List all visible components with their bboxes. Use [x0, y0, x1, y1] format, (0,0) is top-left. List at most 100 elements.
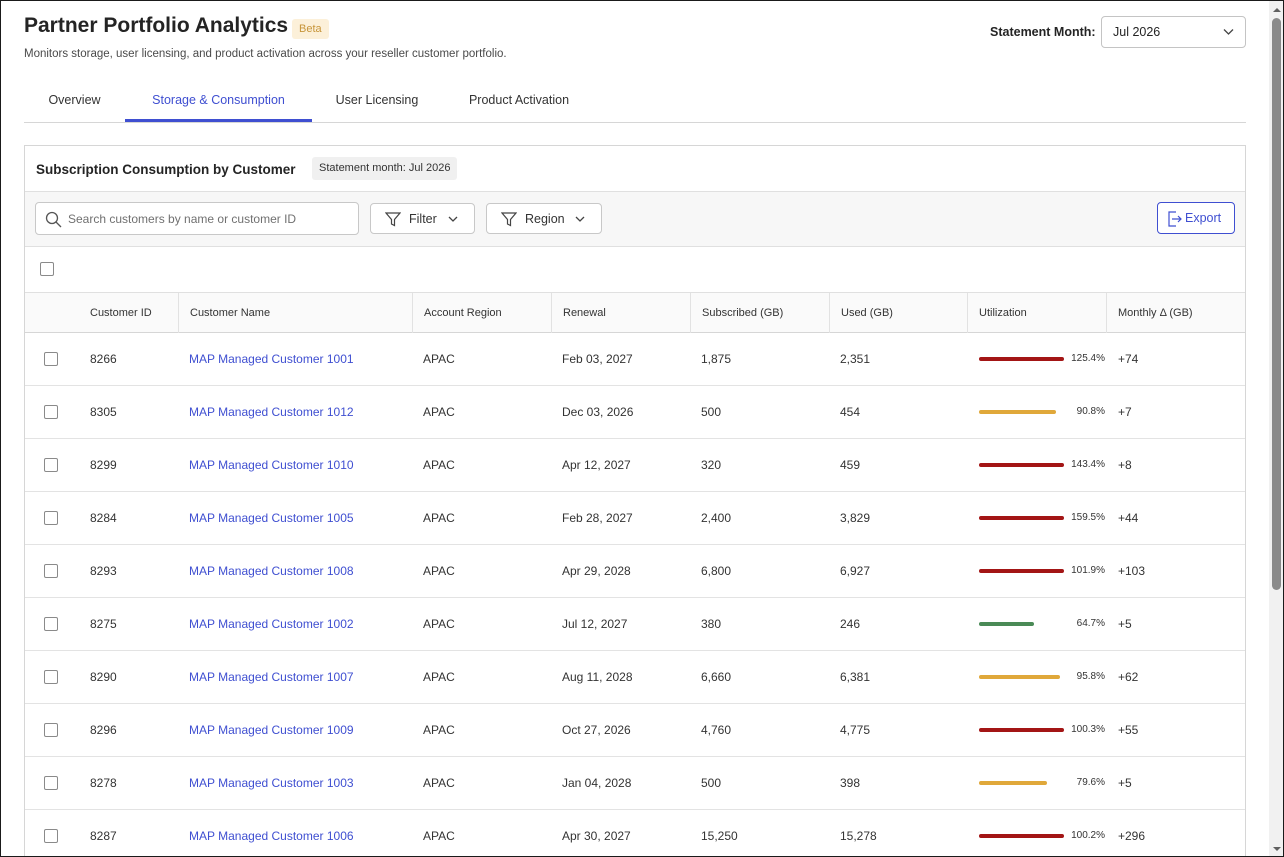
used-cell: 3,829 — [840, 511, 871, 525]
customer-id-cell: 8305 — [90, 405, 117, 419]
account-region-cell: APAC — [423, 723, 455, 737]
column-header-renewal[interactable]: Renewal — [551, 293, 690, 333]
monthly-delta-cell: +5 — [1118, 617, 1132, 631]
utilization-bar — [979, 834, 1064, 838]
monthly-delta-cell: +8 — [1118, 458, 1132, 472]
table-row[interactable]: 8305 MAP Managed Customer 1012 APAC Dec 03,… — [25, 386, 1245, 439]
row-checkbox[interactable] — [44, 829, 58, 843]
utilization-percent: 159.5% — [1071, 512, 1105, 523]
search-box[interactable] — [35, 202, 359, 235]
row-checkbox[interactable] — [44, 617, 58, 631]
column-header-subscribed[interactable]: Subscribed (GB) — [690, 293, 829, 333]
column-header-monthly-delta[interactable]: Monthly Δ (GB) — [1106, 293, 1247, 333]
utilization-percent: 64.7% — [1076, 618, 1105, 629]
row-checkbox[interactable] — [44, 564, 58, 578]
funnel-icon — [500, 212, 518, 230]
column-header-customer-name[interactable]: Customer Name — [178, 293, 412, 333]
utilization-percent: 90.8% — [1076, 406, 1105, 417]
monthly-delta-cell: +44 — [1118, 511, 1139, 525]
scrollbar-thumb[interactable] — [1272, 18, 1281, 590]
used-cell: 6,927 — [840, 564, 871, 578]
chevron-down-icon — [1222, 25, 1235, 43]
tab-overview[interactable]: Overview — [24, 83, 125, 123]
export-button[interactable]: Export — [1157, 202, 1235, 234]
account-region-cell: APAC — [423, 511, 455, 525]
filter-button[interactable]: Filter — [370, 203, 475, 234]
table-body: 8266 MAP Managed Customer 1001 APAC Feb 03,… — [25, 333, 1245, 856]
customer-id-cell: 8287 — [90, 829, 117, 843]
utilization-bar — [979, 516, 1064, 520]
table-row[interactable]: 8296 MAP Managed Customer 1009 APAC Oct 27,… — [25, 704, 1245, 757]
utilization-bar — [979, 463, 1064, 467]
subscribed-cell: 320 — [701, 458, 722, 472]
customer-id-cell: 8290 — [90, 670, 117, 684]
row-checkbox[interactable] — [44, 352, 58, 366]
tab-storage-consumption[interactable]: Storage & Consumption — [125, 83, 312, 122]
table-row[interactable]: 8299 MAP Managed Customer 1010 APAC Apr 12,… — [25, 439, 1245, 492]
monthly-delta-cell: +103 — [1118, 564, 1146, 578]
table-row[interactable]: 8278 MAP Managed Customer 1003 APAC Jan 04,… — [25, 757, 1245, 810]
used-cell: 454 — [840, 405, 861, 419]
utilization-percent: 95.8% — [1076, 671, 1105, 682]
account-region-cell: APAC — [423, 405, 455, 419]
customer-name-link[interactable]: MAP Managed Customer 1007 — [189, 670, 354, 684]
row-checkbox[interactable] — [44, 670, 58, 684]
account-region-cell: APAC — [423, 829, 455, 843]
chevron-down-icon — [447, 213, 459, 228]
monthly-delta-cell: +296 — [1118, 829, 1146, 843]
column-header-account-region[interactable]: Account Region — [412, 293, 551, 333]
customer-id-cell: 8266 — [90, 352, 117, 366]
select-all-checkbox[interactable] — [40, 262, 54, 276]
account-region-cell: APAC — [423, 458, 455, 472]
search-input[interactable] — [68, 209, 348, 229]
customer-name-link[interactable]: MAP Managed Customer 1012 — [189, 405, 354, 419]
row-checkbox[interactable] — [44, 723, 58, 737]
scroll-down-arrow-icon[interactable] — [1269, 841, 1283, 856]
customer-name-link[interactable]: MAP Managed Customer 1001 — [189, 352, 354, 366]
utilization-bar — [979, 675, 1060, 679]
table-row[interactable]: 8266 MAP Managed Customer 1001 APAC Feb 03,… — [25, 333, 1245, 386]
renewal-cell: Jul 12, 2027 — [562, 617, 628, 631]
row-checkbox[interactable] — [44, 776, 58, 790]
account-region-cell: APAC — [423, 617, 455, 631]
column-header-utilization[interactable]: Utilization — [967, 293, 1106, 333]
customer-name-link[interactable]: MAP Managed Customer 1006 — [189, 829, 354, 843]
chevron-down-icon — [574, 213, 586, 228]
account-region-cell: APAC — [423, 352, 455, 366]
customer-name-link[interactable]: MAP Managed Customer 1010 — [189, 458, 354, 472]
page-title: Partner Portfolio Analytics — [24, 14, 289, 37]
subscribed-cell: 4,760 — [701, 723, 732, 737]
scroll-up-arrow-icon[interactable] — [1269, 2, 1283, 18]
row-checkbox[interactable] — [44, 405, 58, 419]
statement-month-value: Jul 2026 — [1113, 25, 1161, 39]
statement-month-select[interactable]: Jul 2026 — [1101, 16, 1246, 48]
customer-name-link[interactable]: MAP Managed Customer 1008 — [189, 564, 354, 578]
renewal-cell: Oct 27, 2026 — [562, 723, 631, 737]
table-row[interactable]: 8290 MAP Managed Customer 1007 APAC Aug 11,… — [25, 651, 1245, 704]
table-row[interactable]: 8287 MAP Managed Customer 1006 APAC Apr 30,… — [25, 810, 1245, 856]
customer-name-link[interactable]: MAP Managed Customer 1003 — [189, 776, 354, 790]
column-header-customer-id[interactable]: Customer ID — [90, 293, 178, 333]
table-row[interactable]: 8284 MAP Managed Customer 1005 APAC Feb 28,… — [25, 492, 1245, 545]
table-row[interactable]: 8293 MAP Managed Customer 1008 APAC Apr 29,… — [25, 545, 1245, 598]
vertical-scrollbar[interactable] — [1269, 1, 1283, 856]
customer-name-link[interactable]: MAP Managed Customer 1009 — [189, 723, 354, 737]
utilization-bar — [979, 781, 1047, 785]
table-row[interactable]: 8275 MAP Managed Customer 1002 APAC Jul 12,… — [25, 598, 1245, 651]
column-header-used[interactable]: Used (GB) — [829, 293, 967, 333]
statement-month-label: Statement Month: — [990, 25, 1096, 39]
customer-name-link[interactable]: MAP Managed Customer 1005 — [189, 511, 354, 525]
row-checkbox[interactable] — [44, 511, 58, 525]
used-cell: 15,278 — [840, 829, 877, 843]
monthly-delta-cell: +7 — [1118, 405, 1132, 419]
row-checkbox[interactable] — [44, 458, 58, 472]
region-button[interactable]: Region — [486, 203, 602, 234]
renewal-cell: Feb 03, 2027 — [562, 352, 633, 366]
account-region-cell: APAC — [423, 564, 455, 578]
region-label: Region — [525, 212, 565, 226]
tab-product-activation[interactable]: Product Activation — [454, 83, 584, 123]
filter-label: Filter — [409, 212, 437, 226]
utilization-bar — [979, 410, 1056, 414]
customer-name-link[interactable]: MAP Managed Customer 1002 — [189, 617, 354, 631]
tab-user-licensing[interactable]: User Licensing — [320, 83, 434, 123]
